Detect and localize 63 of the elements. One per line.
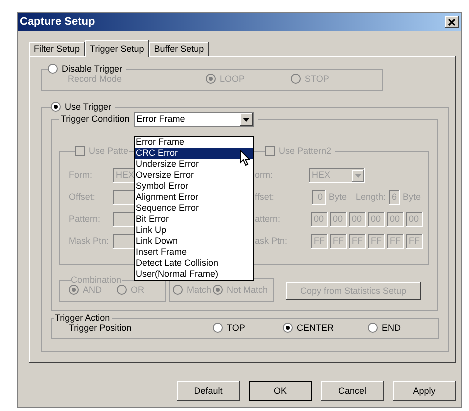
field-label: orm:: [255, 171, 274, 180]
unit-label: Byte: [329, 193, 348, 202]
dialog-button[interactable]: Cancel: [321, 381, 384, 401]
checkbox-label: Use Pattern2: [279, 146, 332, 156]
radio-label: LOOP: [220, 74, 246, 84]
field-label: Form:: [69, 171, 94, 180]
group-label: Trigger Action: [54, 314, 112, 323]
dropdown-value: HEX: [312, 171, 331, 180]
tab[interactable]: Buffer Setup: [149, 42, 210, 56]
dialog-button[interactable]: Apply: [393, 381, 456, 401]
radio-button[interactable]: [213, 323, 223, 333]
mouse-pointer-icon: [240, 150, 250, 166]
unit-label: Byte: [403, 193, 422, 202]
field-label: Trigger Condition: [61, 115, 130, 124]
radio-label: OR: [131, 286, 144, 294]
radio-label: STOP: [305, 74, 330, 84]
radio-button[interactable]: [283, 323, 293, 333]
field-label: Length:: [356, 193, 386, 202]
radio-label: CENTER: [297, 324, 334, 332]
radio-button[interactable]: [368, 323, 378, 333]
window-title: Capture Setup: [20, 16, 96, 28]
radio-label: Match: [187, 286, 212, 294]
field-label: ffset:: [255, 193, 276, 202]
radio-label: Use Trigger: [65, 102, 112, 112]
field-label: ask Ptn:: [255, 237, 289, 246]
list-item[interactable]: Oversize Error: [135, 170, 253, 181]
radio-label: Not Match: [227, 286, 268, 294]
field-label: Mask Ptn:: [69, 237, 110, 246]
list-item[interactable]: Undersize Error: [135, 159, 253, 170]
field-label: attern:: [255, 215, 282, 224]
input-field[interactable]: [113, 212, 135, 227]
field-label: Offset:: [69, 193, 96, 202]
close-button[interactable]: [445, 16, 459, 28]
list-item[interactable]: Symbol Error: [135, 181, 253, 192]
radio-button[interactable]: [51, 102, 61, 112]
list-item[interactable]: Detect Late Collision: [135, 258, 253, 269]
list-item[interactable]: Link Down: [135, 236, 253, 247]
list-item[interactable]: Sequence Error: [135, 203, 253, 214]
tab[interactable]: Filter Setup: [29, 42, 86, 56]
radio-label: AND: [83, 286, 102, 294]
field-label: Pattern:: [69, 215, 102, 224]
radio-label: END: [382, 324, 402, 332]
dropdown-value: Error Frame: [136, 115, 186, 124]
list-item[interactable]: User(Normal Frame): [135, 269, 253, 280]
dialog-button[interactable]: OK: [249, 381, 312, 401]
close-icon: [448, 18, 456, 26]
group-label: Combination: [71, 276, 122, 285]
list-item[interactable]: Error Frame: [135, 137, 253, 148]
list-item[interactable]: CRC Error: [135, 148, 253, 159]
radio-label: TOP: [227, 324, 246, 332]
input-field[interactable]: [113, 234, 135, 249]
input-field[interactable]: [113, 190, 135, 205]
radio-label: Disable Trigger: [62, 64, 123, 74]
record-mode-label: Record Mode: [68, 74, 124, 84]
list-item[interactable]: Insert Frame: [135, 247, 253, 258]
list-item[interactable]: Link Up: [135, 225, 253, 236]
tab[interactable]: Trigger Setup: [85, 40, 150, 57]
checkbox-label: Use Patte: [89, 146, 129, 156]
field-label: Trigger Position: [69, 324, 133, 332]
list-item[interactable]: Alignment Error: [135, 192, 253, 203]
dropdown[interactable]: Error Frame: [134, 112, 254, 127]
list-item[interactable]: Bit Error: [135, 214, 253, 225]
dialog-button[interactable]: Default: [177, 381, 240, 401]
